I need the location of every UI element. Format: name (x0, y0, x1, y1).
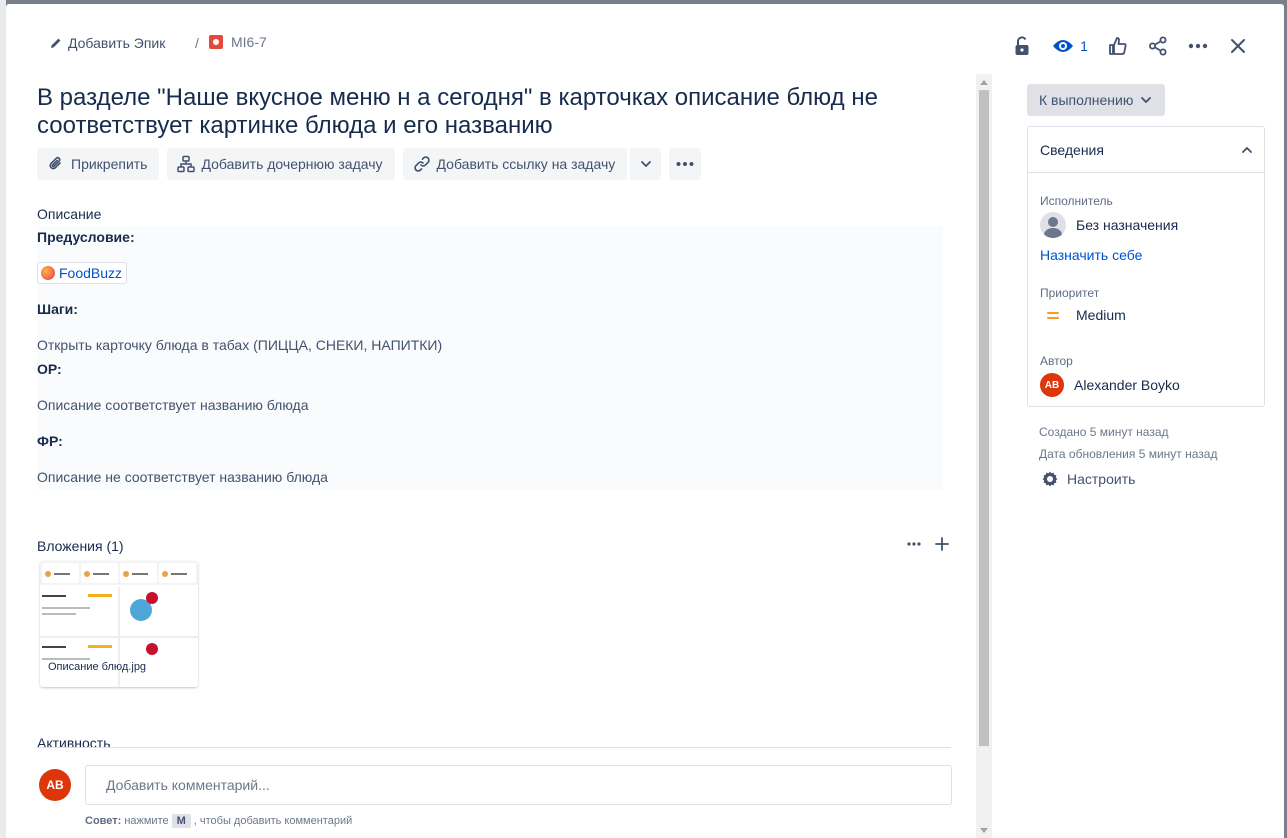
close-button[interactable] (1218, 30, 1258, 62)
description-body[interactable]: Предусловие: FoodBuzz Шаги: Открыть карт… (37, 226, 943, 490)
reporter-field[interactable]: AB Alexander Boyko (1040, 373, 1180, 397)
reporter-label: Автор (1040, 354, 1073, 368)
lock-button[interactable] (1002, 30, 1042, 62)
details-panel: Сведения Исполнитель Без назначения Назн… (1027, 126, 1265, 407)
foodbuzz-link-chip[interactable]: FoodBuzz (37, 262, 128, 284)
assign-to-me-link[interactable]: Назначить себе (1040, 247, 1142, 263)
tip-suffix: , чтобы добавить комментарий (193, 815, 353, 827)
gear-icon (1042, 471, 1058, 487)
more-icon (1188, 43, 1208, 49)
issue-modal: Добавить Эпик / MI6-7 1 В разделе "Наше … (6, 4, 1284, 838)
issue-header: Добавить Эпик / MI6-7 1 (6, 28, 1284, 60)
share-icon (1149, 36, 1167, 56)
steps-heading: Шаги: (37, 301, 78, 317)
thumbnail-preview-tabs (40, 561, 198, 585)
priority-label: Приоритет (1040, 286, 1100, 300)
scroll-up-arrow[interactable] (980, 80, 988, 85)
avatar: AB (1040, 373, 1064, 397)
comment-tip: Совет: нажмите M , чтобы добавить коммен… (85, 814, 352, 828)
bug-icon (209, 35, 223, 49)
add-epic-link[interactable]: Добавить Эпик (50, 35, 165, 51)
plus-icon (935, 537, 949, 551)
breadcrumb-separator: / (195, 35, 199, 51)
attachment-filename: Описание блюд.jpg (48, 661, 147, 673)
unlock-icon (1015, 36, 1029, 55)
share-button[interactable] (1138, 30, 1178, 62)
priority-value: Medium (1076, 307, 1126, 323)
avatar: AB (39, 769, 71, 801)
attachments-more-button[interactable] (900, 530, 928, 558)
toolbar-more-button[interactable] (669, 148, 702, 180)
attach-button[interactable]: Прикрепить (37, 148, 160, 180)
tip-prefix: Совет: (85, 815, 122, 827)
updated-timestamp: Дата обновления 5 минут назад (1039, 447, 1218, 461)
paperclip-icon (49, 156, 61, 170)
issue-toolbar: Прикрепить Добавить дочернюю задачу Доба… (37, 148, 702, 180)
watch-count: 1 (1080, 38, 1088, 54)
add-attachment-button[interactable] (928, 530, 956, 558)
assignee-label: Исполнитель (1040, 194, 1113, 208)
more-icon (907, 542, 921, 546)
chevron-up-icon (1242, 146, 1252, 153)
tip-middle: нажмите (124, 815, 169, 827)
hierarchy-icon (177, 155, 196, 173)
actual-text: Описание не соответствует названию блюда (37, 469, 328, 485)
eye-icon (1053, 40, 1074, 52)
status-label: К выполнению (1039, 92, 1134, 108)
header-actions: 1 (1002, 30, 1258, 62)
issue-key: MI6-7 (231, 34, 267, 50)
issue-key-link[interactable]: MI6-7 (209, 34, 267, 50)
foodbuzz-link-label: FoodBuzz (59, 265, 123, 281)
shortcut-key: M (171, 814, 191, 828)
created-timestamp: Создано 5 минут назад (1039, 425, 1169, 439)
scrollbar[interactable] (976, 74, 992, 838)
activity-heading: Активность (37, 735, 111, 747)
details-toggle[interactable]: Сведения (1028, 127, 1264, 173)
configure-label: Настроить (1067, 471, 1136, 487)
assignee-value: Без назначения (1076, 217, 1179, 233)
assignee-field[interactable]: Без назначения (1040, 212, 1178, 238)
priority-medium-icon (1040, 311, 1066, 319)
add-child-button[interactable]: Добавить дочернюю задачу (167, 148, 395, 180)
attach-label: Прикрепить (71, 156, 148, 172)
chevron-down-icon (1141, 97, 1152, 103)
configure-button[interactable]: Настроить (1041, 470, 1135, 488)
steps-text: Открыть карточку блюда в табах (ПИЦЦА, С… (37, 337, 443, 353)
add-epic-label: Добавить Эпик (68, 35, 166, 51)
issue-main: В разделе "Наше вкусное меню н а сегодня… (6, 74, 976, 838)
attachment-thumbnail[interactable]: Описание блюд.jpg (40, 561, 198, 687)
status-dropdown[interactable]: К выполнению (1027, 84, 1166, 116)
description-label: Описание (37, 206, 102, 222)
precondition-heading: Предусловие: (37, 229, 135, 245)
more-actions-button[interactable] (1178, 30, 1218, 62)
issue-title[interactable]: В разделе "Наше вкусное меню н а сегодня… (37, 84, 937, 140)
details-title: Сведения (1040, 141, 1104, 158)
reporter-value: Alexander Boyko (1074, 377, 1180, 393)
more-icon (676, 162, 694, 166)
scroll-down-arrow[interactable] (980, 828, 988, 833)
foodbuzz-logo-icon (41, 266, 55, 280)
add-link-dropdown[interactable] (629, 148, 662, 180)
comment-input[interactable] (85, 765, 952, 805)
close-icon (1231, 39, 1245, 53)
watch-button[interactable]: 1 (1042, 30, 1098, 62)
add-link-button[interactable]: Добавить ссылку на задачу (402, 148, 628, 180)
comment-composer: AB Совет: нажмите M , чтобы добавить ком… (6, 748, 976, 838)
chevron-down-icon (640, 161, 651, 167)
scrollbar-thumb[interactable] (979, 90, 989, 746)
expected-heading: ОР: (37, 361, 62, 377)
add-link-label: Добавить ссылку на задачу (436, 156, 616, 172)
add-child-label: Добавить дочернюю задачу (201, 156, 383, 172)
pencil-icon (51, 38, 61, 48)
actual-heading: ФР: (37, 433, 63, 449)
priority-field[interactable]: Medium (1040, 307, 1126, 323)
attachments-label: Вложения (1) (37, 538, 124, 554)
link-icon (413, 156, 430, 172)
thumbs-up-icon (1109, 37, 1127, 55)
like-button[interactable] (1098, 30, 1138, 62)
expected-text: Описание соответствует названию блюда (37, 397, 309, 413)
unassigned-avatar-icon (1040, 212, 1066, 238)
